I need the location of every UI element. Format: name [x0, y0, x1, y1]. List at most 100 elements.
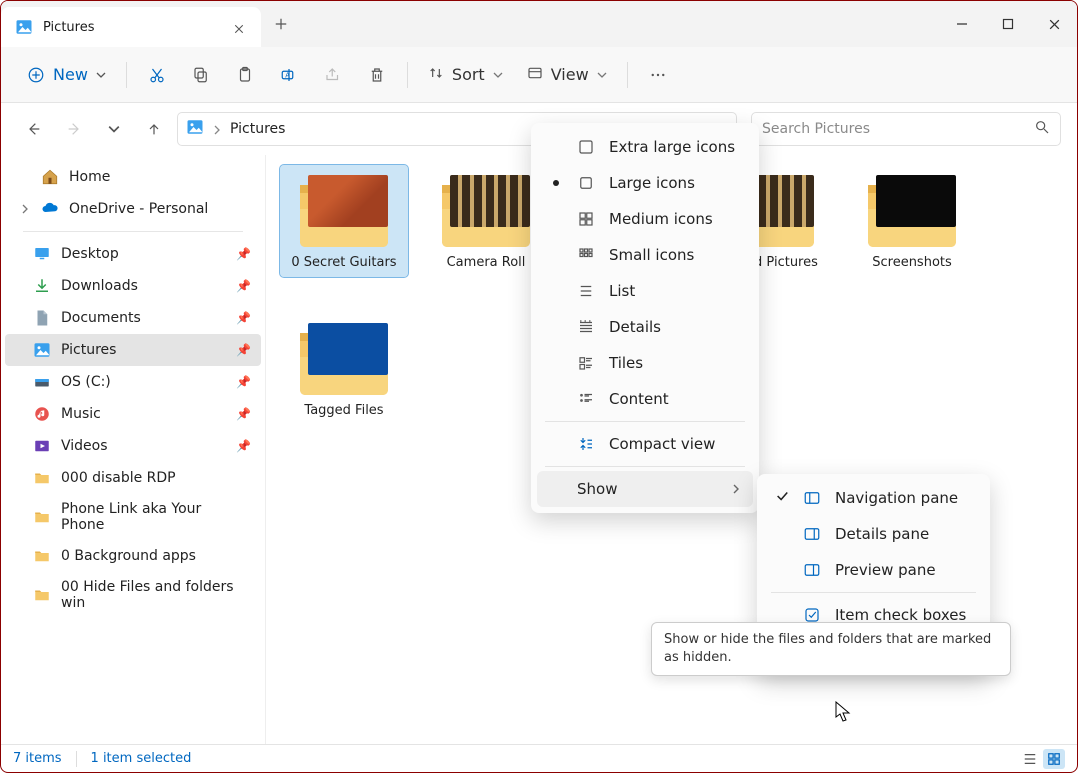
- sidebar-item-label: OneDrive - Personal: [69, 201, 208, 217]
- view-size-icon: [577, 282, 595, 300]
- forward-button[interactable]: [57, 112, 91, 146]
- folder-icon: [33, 469, 51, 487]
- up-button[interactable]: [137, 112, 171, 146]
- window-tab[interactable]: Pictures: [1, 7, 261, 47]
- menu-item-view-tiles[interactable]: Tiles: [537, 345, 753, 381]
- item-label: Screenshots: [872, 255, 952, 271]
- menu-item-navigation-pane[interactable]: Navigation pane: [763, 480, 984, 516]
- chevron-right-icon[interactable]: [19, 204, 31, 214]
- more-button[interactable]: [638, 57, 678, 93]
- compact-icon: [577, 435, 595, 453]
- sidebar-item-label: 000 disable RDP: [61, 470, 176, 486]
- sidebar-item-label: 00 Hide Files and folders win: [61, 579, 247, 611]
- menu-item-show[interactable]: Show: [537, 471, 753, 507]
- sidebar-item-folder[interactable]: Phone Link aka Your Phone: [5, 494, 261, 540]
- chevron-right-icon: [731, 480, 741, 498]
- menu-item-view-small-icons[interactable]: Small icons: [537, 237, 753, 273]
- minimize-button[interactable]: [939, 1, 985, 47]
- panel-left-icon: [803, 489, 821, 507]
- sidebar-item-home[interactable]: Home: [5, 161, 261, 193]
- mouse-cursor: [835, 701, 853, 727]
- command-bar: New A Sort View: [1, 47, 1077, 103]
- new-tab-button[interactable]: [261, 1, 301, 47]
- sidebar-item-os-c-[interactable]: OS (C:) 📌: [5, 366, 261, 398]
- sort-label: Sort: [452, 65, 485, 84]
- menu-item-view-list[interactable]: List: [537, 273, 753, 309]
- view-button[interactable]: View: [517, 59, 617, 91]
- menu-item-view-content[interactable]: Content: [537, 381, 753, 417]
- sidebar-item-documents[interactable]: Documents📌: [5, 302, 261, 334]
- sidebar-item-videos[interactable]: Videos📌: [5, 430, 261, 462]
- maximize-button[interactable]: [985, 1, 1031, 47]
- close-button[interactable]: [1031, 1, 1077, 47]
- recent-button[interactable]: [97, 112, 131, 146]
- drive-icon: [33, 373, 51, 391]
- sidebar-item-downloads[interactable]: Downloads 📌: [5, 270, 261, 302]
- sidebar-item-label: OS (C:): [61, 374, 111, 390]
- menu-item-label: Large icons: [609, 174, 695, 192]
- menu-item-details-pane[interactable]: Details pane: [763, 516, 984, 552]
- tab-close-button[interactable]: [233, 20, 247, 34]
- menu-item-label: Show: [577, 480, 617, 498]
- sidebar-item-onedrive[interactable]: OneDrive - Personal: [5, 193, 261, 225]
- menu-item-view-extra-large-icons[interactable]: Extra large icons: [537, 129, 753, 165]
- videos-icon: [33, 437, 51, 455]
- rename-button[interactable]: A: [269, 57, 309, 93]
- menu-item-preview-pane[interactable]: Preview pane: [763, 552, 984, 588]
- sidebar-item-label: Home: [69, 169, 110, 185]
- view-mode-toggle: [1019, 749, 1065, 769]
- sidebar-item-music[interactable]: Music📌: [5, 398, 261, 430]
- menu-item-label: Extra large icons: [609, 138, 735, 156]
- share-button[interactable]: [313, 57, 353, 93]
- menu-item-label: Tiles: [609, 354, 643, 372]
- menu-item-view-large-icons[interactable]: Large icons: [537, 165, 753, 201]
- view-size-icon: [577, 246, 595, 264]
- menu-item-view-medium-icons[interactable]: Medium icons: [537, 201, 753, 237]
- menu-item-label: Details pane: [835, 525, 929, 543]
- pin-icon: 📌: [236, 375, 251, 389]
- sidebar-item-folder[interactable]: 00 Hide Files and folders win: [5, 572, 261, 618]
- documents-icon: [33, 309, 51, 327]
- folder-icon: [33, 508, 51, 526]
- search-input[interactable]: [762, 121, 1034, 137]
- paste-button[interactable]: [225, 57, 265, 93]
- copy-button[interactable]: [181, 57, 221, 93]
- music-icon: [33, 405, 51, 423]
- view-size-icon: [577, 354, 595, 372]
- view-context-menu: Extra large icons Large icons Medium icons…: [531, 123, 759, 513]
- check-icon: [775, 489, 789, 507]
- title-bar: Pictures: [1, 1, 1077, 47]
- menu-item-view-details[interactable]: Details: [537, 309, 753, 345]
- sidebar-item-folder[interactable]: 000 disable RDP: [5, 462, 261, 494]
- sidebar-item-label: Downloads: [61, 278, 138, 294]
- chevron-right-icon[interactable]: [212, 120, 222, 139]
- menu-item-label: Navigation pane: [835, 489, 958, 507]
- icons-view-button[interactable]: [1043, 749, 1065, 769]
- sort-button[interactable]: Sort: [418, 59, 513, 91]
- menu-item-label: Medium icons: [609, 210, 713, 228]
- search-icon[interactable]: [1034, 119, 1050, 139]
- desktop-icon: [33, 245, 51, 263]
- sidebar-item-folder[interactable]: 0 Background apps: [5, 540, 261, 572]
- pin-icon: 📌: [236, 343, 251, 357]
- folder-item[interactable]: 0 Secret Guitars: [280, 165, 408, 277]
- menu-item-compact-view[interactable]: Compact view: [537, 426, 753, 462]
- view-size-icon: [577, 390, 595, 408]
- cut-button[interactable]: [137, 57, 177, 93]
- delete-button[interactable]: [357, 57, 397, 93]
- pictures-icon: [33, 341, 51, 359]
- menu-item-label: Details: [609, 318, 661, 336]
- sidebar-item-pictures[interactable]: Pictures📌: [5, 334, 261, 366]
- item-label: 0 Secret Guitars: [291, 255, 396, 271]
- navigation-pane: Home OneDrive - Personal Desktop📌Downloa…: [1, 155, 266, 744]
- view-size-icon: [577, 138, 595, 156]
- folder-item[interactable]: Tagged Files: [280, 313, 408, 425]
- back-button[interactable]: [17, 112, 51, 146]
- details-view-button[interactable]: [1019, 749, 1041, 769]
- pin-icon: 📌: [236, 279, 251, 293]
- search-box[interactable]: [751, 112, 1061, 146]
- breadcrumb-current[interactable]: Pictures: [230, 121, 285, 137]
- sidebar-item-desktop[interactable]: Desktop📌: [5, 238, 261, 270]
- new-button[interactable]: New: [17, 59, 116, 90]
- folder-item[interactable]: Screenshots: [848, 165, 976, 277]
